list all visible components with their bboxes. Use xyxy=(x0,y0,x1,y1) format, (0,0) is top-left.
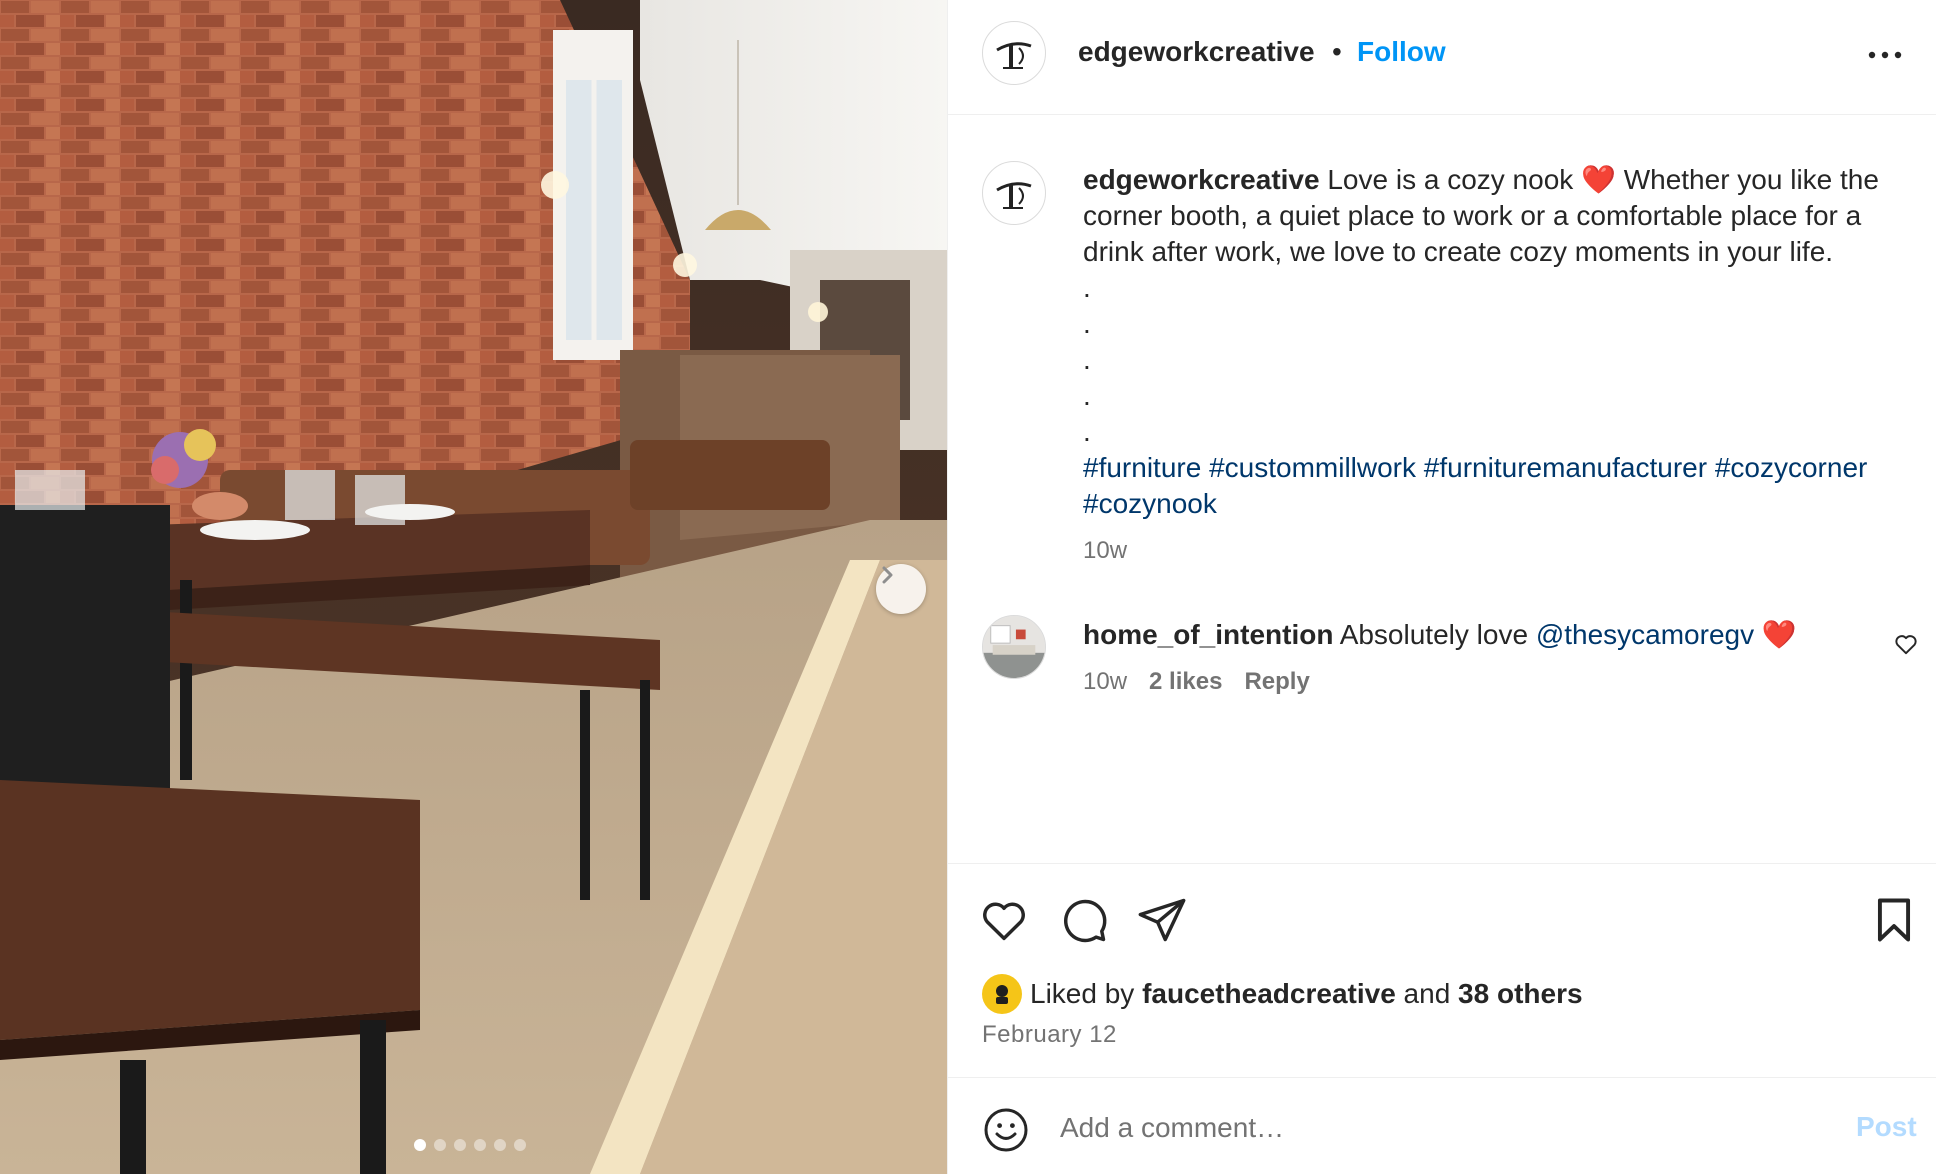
comment-emoji: ❤️ xyxy=(1761,619,1797,650)
commenter-photo xyxy=(983,616,1045,678)
post-details-panel: edgeworkcreative • Follow edgeworkcreati… xyxy=(947,0,1936,1174)
hashtag-link[interactable]: #furniture xyxy=(1083,452,1201,483)
like-button[interactable] xyxy=(978,894,1030,946)
caption-dot: . xyxy=(1083,344,1091,375)
carousel-dot xyxy=(414,1139,426,1151)
hashtag-link[interactable]: #cozycorner xyxy=(1715,452,1868,483)
caption-text: edgeworkcreative Love is a cozy nook ❤️ … xyxy=(1083,162,1913,522)
save-button[interactable] xyxy=(1868,894,1920,946)
hashtag-link[interactable]: #furnituremanufacturer xyxy=(1424,452,1707,483)
caption-username[interactable]: edgeworkcreative xyxy=(1083,164,1320,195)
post-date[interactable]: February 12 xyxy=(982,1021,1117,1049)
liked-by-and: and xyxy=(1403,978,1451,1009)
carousel-dot xyxy=(494,1139,506,1151)
liker-username[interactable]: faucetheadcreative xyxy=(1142,978,1396,1010)
hashtag-link[interactable]: #custommillwork xyxy=(1209,452,1416,483)
more-horizontal-icon xyxy=(1868,51,1902,59)
share-button[interactable] xyxy=(1136,894,1188,946)
liker-avatar[interactable] xyxy=(982,974,1022,1014)
post-photo[interactable] xyxy=(0,0,947,1174)
header-separator: • xyxy=(1332,36,1342,67)
carousel-dot xyxy=(454,1139,466,1151)
chevron-right-icon xyxy=(882,566,893,584)
post-header: edgeworkcreative • Follow xyxy=(948,0,1936,115)
liked-by-prefix: Liked by xyxy=(1030,978,1135,1009)
comment-timestamp[interactable]: 10w xyxy=(1083,668,1127,696)
carousel-dot xyxy=(514,1139,526,1151)
author-username[interactable]: edgeworkcreative xyxy=(1078,36,1315,68)
caption-dot: . xyxy=(1083,308,1091,339)
other-likes-link[interactable]: 38 others xyxy=(1458,978,1583,1010)
post-actions: Liked by faucetheadcreative and 38 other… xyxy=(948,863,1936,1078)
caption-author-avatar[interactable] xyxy=(982,161,1046,225)
smiley-icon xyxy=(984,1108,1028,1152)
bookmark-icon xyxy=(1877,898,1911,942)
next-photo-button[interactable] xyxy=(876,564,926,614)
paper-plane-icon xyxy=(1138,898,1186,942)
comment-likes-count[interactable]: 2 likes xyxy=(1149,668,1222,696)
comment-bubble-icon xyxy=(1063,899,1107,943)
restaurant-interior-image xyxy=(0,0,947,1174)
brand-logo-icon xyxy=(996,42,1032,69)
comment-meta: 10w 2 likes Reply xyxy=(1083,668,1310,696)
comment-like-button[interactable] xyxy=(1893,631,1919,657)
caption-dot: . xyxy=(1083,380,1091,411)
comment-input[interactable] xyxy=(1060,1100,1780,1156)
comment-text: home_of_intention Absolutely love @thesy… xyxy=(1083,617,1863,653)
liker-logo-icon xyxy=(986,978,1018,1010)
heart-outline-icon xyxy=(1895,635,1917,655)
follow-button[interactable]: Follow xyxy=(1357,36,1446,68)
comment-body: Absolutely love xyxy=(1339,619,1529,650)
commenter-avatar[interactable] xyxy=(982,615,1046,679)
comment-reply-button[interactable]: Reply xyxy=(1244,668,1309,696)
carousel-dot xyxy=(434,1139,446,1151)
more-options-button[interactable] xyxy=(1860,35,1910,75)
carousel-dot xyxy=(474,1139,486,1151)
emoji-picker-button[interactable] xyxy=(982,1106,1030,1154)
caption-timestamp[interactable]: 10w xyxy=(1083,537,1127,565)
brand-logo-icon xyxy=(996,182,1032,209)
hashtag-link[interactable]: #cozynook xyxy=(1083,488,1217,519)
carousel-indicator xyxy=(414,1139,526,1151)
post-comment-button[interactable]: Post xyxy=(1856,1111,1917,1143)
comment-button[interactable] xyxy=(1058,894,1110,946)
author-avatar[interactable] xyxy=(982,21,1046,85)
comment-composer: Post xyxy=(948,1077,1936,1174)
caption-dot: . xyxy=(1083,272,1091,303)
commenter-username[interactable]: home_of_intention xyxy=(1083,619,1333,650)
liked-by-line: Liked by faucetheadcreative and 38 other… xyxy=(982,974,1583,1014)
caption-dot: . xyxy=(1083,416,1091,447)
comment-mention-link[interactable]: @thesycamoregv xyxy=(1536,619,1754,650)
heart-outline-icon xyxy=(983,902,1025,941)
